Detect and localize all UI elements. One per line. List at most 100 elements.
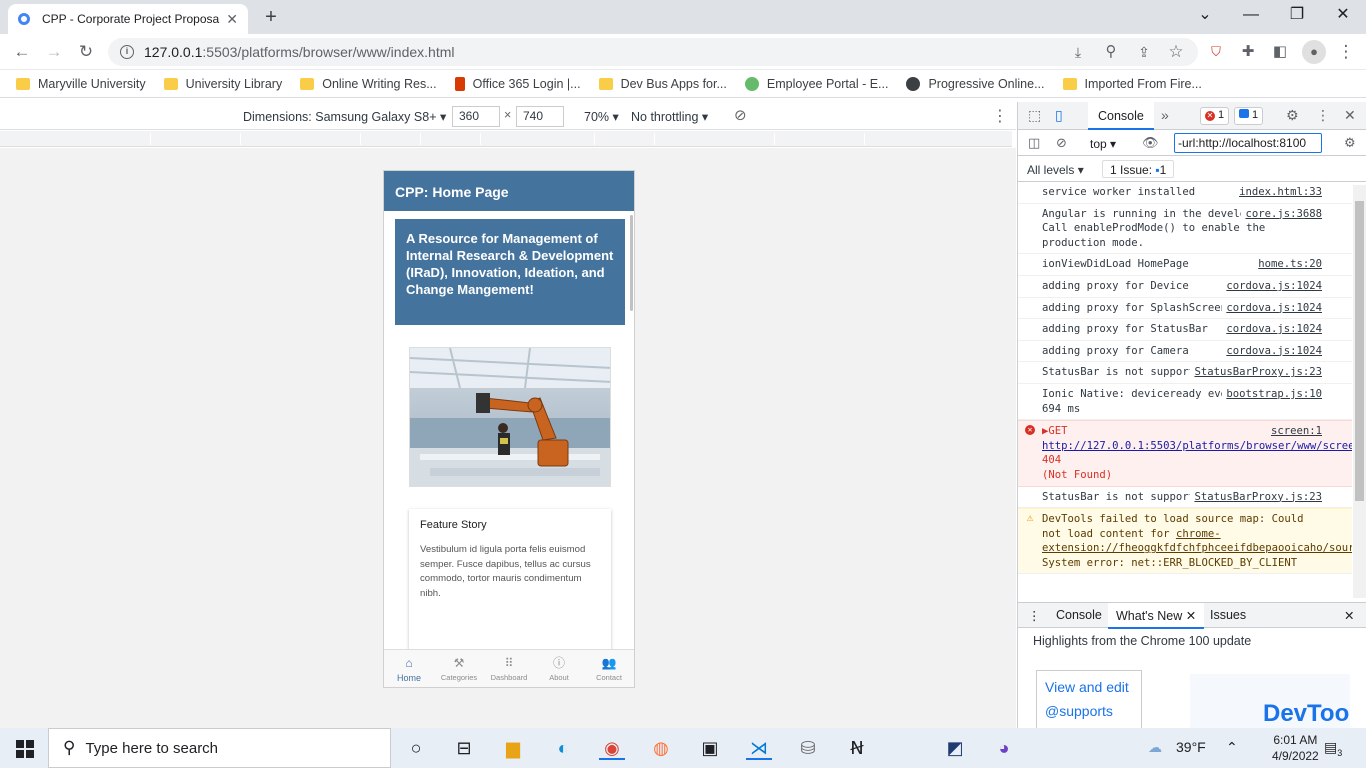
- task-view-icon[interactable]: ⊟: [451, 736, 477, 760]
- weather-cloud-icon[interactable]: ☁: [1148, 739, 1162, 756]
- issues-button[interactable]: 1 Issue: ▪1: [1102, 160, 1175, 178]
- inspect-element-icon[interactable]: ⬚: [1028, 107, 1041, 124]
- source-link[interactable]: core.js:3688: [1241, 206, 1322, 222]
- error-url-link[interactable]: http://127.0.0.1:5503/platforms/browser/…: [1042, 440, 1352, 452]
- share-icon[interactable]: ⇪: [1132, 40, 1156, 64]
- bookmark-star-icon[interactable]: ☆: [1164, 40, 1188, 64]
- notifications-icon[interactable]: ▤3: [1324, 739, 1342, 758]
- error-count-badge[interactable]: ✕ 1: [1200, 107, 1230, 125]
- content-scrollbar[interactable]: [630, 215, 633, 311]
- database-icon[interactable]: ⛁: [795, 736, 821, 760]
- sidebar-toggle-icon[interactable]: ◫: [1028, 135, 1040, 151]
- back-icon[interactable]: ←: [10, 40, 34, 64]
- site-info-icon[interactable]: i: [120, 45, 134, 59]
- windows-start-icon[interactable]: [16, 740, 34, 758]
- source-link[interactable]: cordova.js:1024: [1222, 278, 1322, 294]
- extension-shield-icon[interactable]: ⛉: [1204, 40, 1228, 64]
- source-link[interactable]: cordova.js:1024: [1222, 343, 1322, 359]
- tab-about[interactable]: ⓘ About: [534, 650, 584, 687]
- source-link[interactable]: StatusBarProxy.js:23: [1190, 489, 1322, 505]
- drawer-tab-whats-new[interactable]: What's New ✕: [1108, 603, 1205, 629]
- console-messages[interactable]: service worker installed index.html:33 An…: [1018, 182, 1352, 598]
- clear-console-icon[interactable]: ⊘: [1056, 135, 1067, 151]
- info-count-badge[interactable]: 1: [1234, 107, 1264, 125]
- firefox-icon[interactable]: ◍: [648, 736, 674, 760]
- chrome-icon[interactable]: ◉: [599, 736, 625, 760]
- github-desktop-icon[interactable]: ◕: [991, 736, 1017, 760]
- device-select[interactable]: Dimensions: Samsung Galaxy S8+ ▾: [243, 109, 446, 124]
- profile-avatar[interactable]: ●: [1302, 40, 1326, 64]
- source-link[interactable]: bootstrap.js:10: [1222, 386, 1322, 402]
- close-tab-icon[interactable]: ✕: [226, 11, 238, 28]
- source-link[interactable]: cordova.js:1024: [1222, 322, 1322, 337]
- bookmark-item[interactable]: Maryville University: [16, 77, 146, 91]
- device-toggle-icon[interactable]: ▯: [1055, 107, 1063, 124]
- throttling-select[interactable]: No throttling ▾: [631, 109, 708, 124]
- tray-chevron-icon[interactable]: ⌃: [1226, 739, 1238, 756]
- settings-gear-icon[interactable]: ⚙: [1286, 107, 1299, 124]
- tab-contact[interactable]: 👥 Contact: [584, 650, 634, 687]
- bookmark-item[interactable]: Employee Portal - E...: [744, 76, 888, 91]
- bookmark-item[interactable]: Online Writing Res...: [300, 77, 437, 91]
- bookmark-item[interactable]: Imported From Fire...: [1062, 77, 1202, 91]
- window-close-button[interactable]: ✕: [1320, 4, 1366, 26]
- rotate-icon[interactable]: ⊘: [734, 106, 747, 124]
- extensions-icon[interactable]: ✚: [1236, 40, 1260, 64]
- source-link[interactable]: screen:1: [1266, 424, 1322, 439]
- bookmark-item[interactable]: Office 365 Login |...: [454, 76, 581, 91]
- temperature[interactable]: 39°F: [1176, 739, 1206, 755]
- source-link[interactable]: cordova.js:1024: [1222, 300, 1322, 316]
- media-query-ruler[interactable]: [0, 131, 1012, 147]
- bookmark-item[interactable]: University Library: [163, 77, 282, 91]
- bookmark-item[interactable]: Dev Bus Apps for...: [598, 77, 727, 91]
- typora-icon[interactable]: Ꞥ: [844, 736, 870, 760]
- zoom-select[interactable]: 70% ▾: [584, 109, 619, 124]
- edge-icon[interactable]: ◐: [550, 736, 576, 760]
- vscode-icon[interactable]: ⋊: [746, 736, 772, 760]
- sql-tool-icon[interactable]: ◩: [942, 736, 968, 760]
- drawer-tab-issues[interactable]: Issues: [1210, 608, 1246, 622]
- bookmark-item[interactable]: Progressive Online...: [906, 76, 1045, 91]
- app-content[interactable]: A Resource for Management of Internal Re…: [384, 211, 634, 649]
- devtools-kebab-icon[interactable]: ⋮: [1316, 107, 1330, 124]
- taskbar-clock[interactable]: 6:01 AM 4/9/2022: [1272, 732, 1319, 764]
- cortana-icon[interactable]: ○: [403, 736, 429, 760]
- taskbar-search-box[interactable]: ⚲ Type here to search: [48, 728, 391, 768]
- device-width-input[interactable]: 360: [452, 106, 500, 127]
- console-error-message[interactable]: ✕ ▶GET http://127.0.0.1:5503/platforms/b…: [1018, 420, 1352, 487]
- new-tab-button[interactable]: +: [260, 6, 282, 29]
- reload-icon[interactable]: ↻: [74, 40, 98, 64]
- context-select[interactable]: top ▾: [1090, 137, 1116, 151]
- console-filter-input[interactable]: -url:http://localhost:8100: [1174, 133, 1322, 153]
- source-link[interactable]: home.ts:20: [1254, 257, 1322, 272]
- menu-kebab-icon[interactable]: ⋮: [1334, 40, 1358, 64]
- side-panel-icon[interactable]: ◧: [1268, 40, 1292, 64]
- live-expression-eye-icon[interactable]: 👁: [1142, 135, 1159, 151]
- console-scrollbar[interactable]: [1353, 185, 1366, 598]
- tab-categories[interactable]: ⚒ Categories: [434, 650, 484, 687]
- tab-home[interactable]: ⌂ Home: [384, 650, 434, 687]
- restore-button[interactable]: ❐: [1274, 4, 1320, 26]
- forward-icon[interactable]: →: [42, 40, 66, 64]
- tab-search-icon[interactable]: ⌄: [1182, 4, 1228, 26]
- device-height-input[interactable]: 740: [516, 106, 564, 127]
- device-menu-kebab-icon[interactable]: ⋮: [992, 106, 1008, 126]
- close-devtools-icon[interactable]: ✕: [1344, 107, 1356, 124]
- console-warning-message[interactable]: ⚠ DevTools failed to load source map: Co…: [1018, 508, 1352, 575]
- address-bar[interactable]: i 127.0.0.1:5503/platforms/browser/www/i…: [108, 38, 1198, 66]
- feature-story-card[interactable]: Feature Story Vestibulum id ligula porta…: [409, 509, 611, 649]
- browser-tab[interactable]: CPP - Corporate Project Proposa ✕: [8, 4, 248, 34]
- zoom-icon[interactable]: ⚲: [1099, 40, 1123, 64]
- source-link[interactable]: StatusBarProxy.js:23: [1190, 365, 1322, 380]
- drawer-tab-console[interactable]: Console: [1056, 608, 1102, 622]
- source-link[interactable]: index.html:33: [1235, 185, 1322, 200]
- tab-console[interactable]: Console: [1088, 102, 1154, 130]
- console-settings-icon[interactable]: ⚙: [1344, 135, 1356, 151]
- tab-dashboard[interactable]: ⠿ Dashboard: [484, 650, 534, 687]
- install-icon[interactable]: ⤓: [1066, 40, 1090, 64]
- terminal-icon[interactable]: ▣: [697, 736, 723, 760]
- more-tabs-icon[interactable]: »: [1161, 107, 1169, 123]
- minimize-button[interactable]: —: [1228, 4, 1274, 26]
- drawer-kebab-icon[interactable]: ⋮: [1028, 608, 1041, 623]
- log-levels-select[interactable]: All levels ▾: [1027, 163, 1084, 177]
